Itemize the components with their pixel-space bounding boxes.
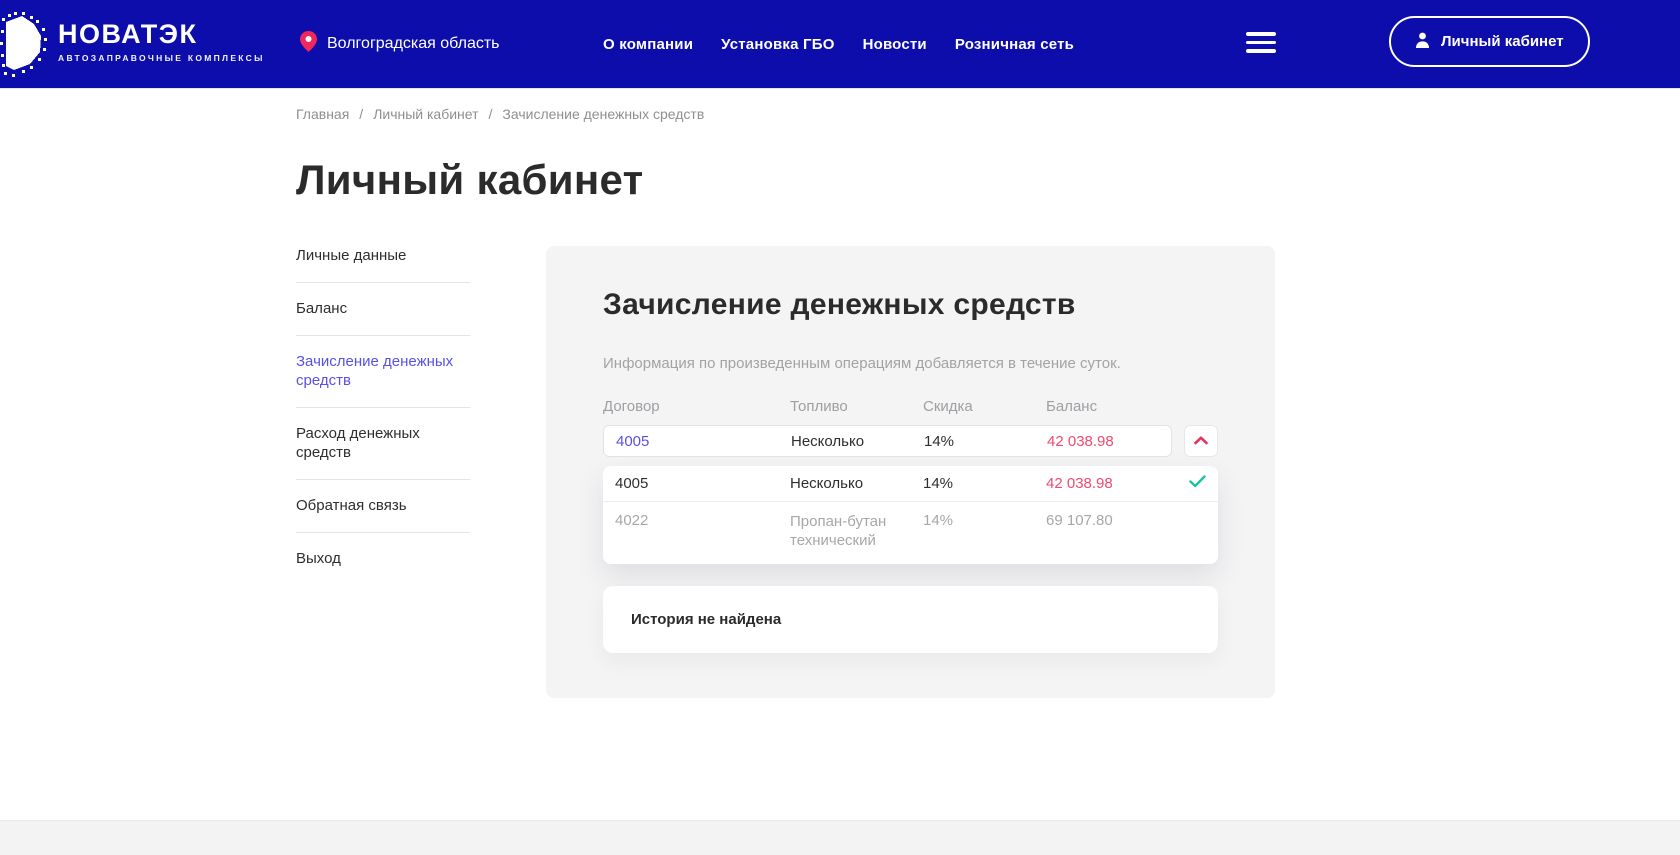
dropdown-option-4005[interactable]: 4005 Несколько 14% 42 038.98 xyxy=(603,466,1218,502)
main-nav: О компании Установка ГБО Новости Розничн… xyxy=(603,0,1074,88)
selected-contract: 4005 xyxy=(616,433,791,450)
col-header-discount: Скидка xyxy=(923,398,1046,415)
account-button-label: Личный кабинет xyxy=(1441,33,1564,50)
top-header: НОВАТЭК АВТОЗАПРАВОЧНЫЕ КОМПЛЕКСЫ Волгог… xyxy=(0,0,1680,88)
col-header-balance: Баланс xyxy=(1046,398,1218,415)
option-discount: 14% xyxy=(923,512,1046,529)
sidebar-item-feedback[interactable]: Обратная связь xyxy=(296,480,470,533)
nav-item-about[interactable]: О компании xyxy=(603,36,693,53)
panel-note: Информация по произведенным операциям до… xyxy=(603,355,1218,372)
selected-balance: 42 038.98 xyxy=(1047,433,1159,450)
hamburger-icon[interactable] xyxy=(1246,32,1276,53)
selected-discount: 14% xyxy=(924,433,1047,450)
contract-dropdown: 4005 Несколько 14% 42 038.98 4022 П xyxy=(603,466,1218,564)
chevron-up-icon xyxy=(1194,432,1208,450)
breadcrumb-current: Зачисление денежных средств xyxy=(502,106,704,122)
logo-title: НОВАТЭК xyxy=(58,20,265,48)
location-pin-icon xyxy=(300,31,317,57)
nav-item-news[interactable]: Новости xyxy=(863,36,927,53)
breadcrumb-account[interactable]: Личный кабинет xyxy=(373,106,478,122)
sidebar-item-logout[interactable]: Выход xyxy=(296,533,470,585)
option-contract: 4022 xyxy=(615,512,790,529)
dropdown-toggle-button[interactable] xyxy=(1184,425,1218,457)
nav-item-retail[interactable]: Розничная сеть xyxy=(955,36,1074,53)
breadcrumb: Главная / Личный кабинет / Зачисление де… xyxy=(296,106,1396,122)
breadcrumb-separator: / xyxy=(359,106,363,122)
history-empty-card: История не найдена xyxy=(603,586,1218,653)
panel-title: Зачисление денежных средств xyxy=(603,288,1218,322)
option-contract: 4005 xyxy=(615,475,790,492)
page-content: Главная / Личный кабинет / Зачисление де… xyxy=(296,106,1396,698)
option-balance: 42 038.98 xyxy=(1046,475,1113,492)
logo-mark xyxy=(0,8,48,85)
region-label: Волгоградская область xyxy=(327,35,500,53)
col-header-fuel: Топливо xyxy=(790,398,923,415)
option-balance: 69 107.80 xyxy=(1046,512,1206,529)
history-empty-label: История не найдена xyxy=(631,611,781,628)
selected-fuel: Несколько xyxy=(791,433,924,450)
sidebar-item-balance[interactable]: Баланс xyxy=(296,283,470,336)
sidebar-item-credits[interactable]: Зачисление денежных средств xyxy=(296,336,470,408)
region-selector[interactable]: Волгоградская область xyxy=(300,31,500,57)
account-sidebar: Личные данные Баланс Зачисление денежных… xyxy=(296,246,470,585)
contract-select[interactable]: 4005 Несколько 14% 42 038.98 xyxy=(603,425,1172,457)
col-header-contract: Договор xyxy=(603,398,790,415)
footer-strip xyxy=(0,820,1680,855)
check-icon xyxy=(1189,475,1206,492)
breadcrumb-separator: / xyxy=(489,106,493,122)
option-fuel: Несколько xyxy=(790,475,923,492)
dropdown-option-4022[interactable]: 4022 Пропан-бутан технический 14% 69 107… xyxy=(603,502,1218,564)
breadcrumb-home[interactable]: Главная xyxy=(296,106,349,122)
option-discount: 14% xyxy=(923,475,1046,492)
user-icon xyxy=(1415,32,1430,52)
account-button[interactable]: Личный кабинет xyxy=(1389,16,1590,67)
credits-panel: Зачисление денежных средств Информация п… xyxy=(546,246,1275,698)
logo-subtitle: АВТОЗАПРАВОЧНЫЕ КОМПЛЕКСЫ xyxy=(58,53,265,63)
option-fuel: Пропан-бутан технический xyxy=(790,512,910,550)
sidebar-item-spending[interactable]: Расход денежных средств xyxy=(296,408,470,480)
table-header-row: Договор Топливо Скидка Баланс xyxy=(603,398,1218,415)
sidebar-item-personal-data[interactable]: Личные данные xyxy=(296,246,470,283)
logo[interactable]: НОВАТЭК АВТОЗАПРАВОЧНЫЕ КОМПЛЕКСЫ xyxy=(58,20,265,63)
nav-item-gbo[interactable]: Установка ГБО xyxy=(721,36,834,53)
page-title: Личный кабинет xyxy=(296,156,1396,204)
